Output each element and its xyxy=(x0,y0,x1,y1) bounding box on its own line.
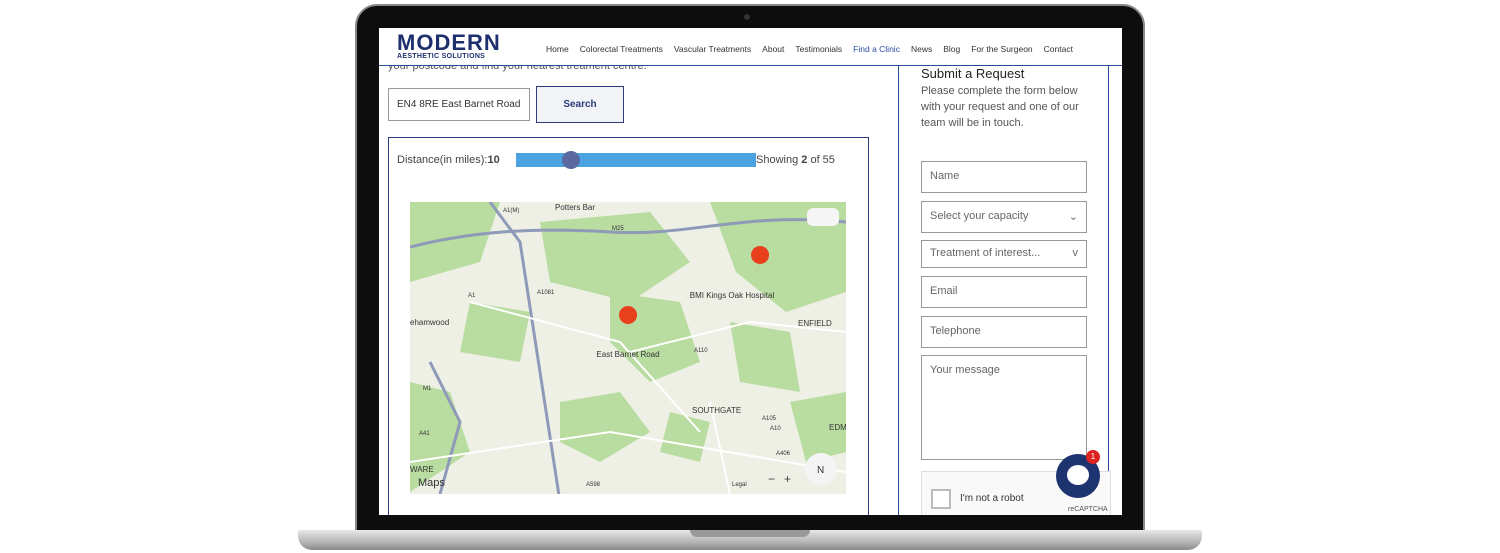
nav-colorectal[interactable]: Colorectal Treatments xyxy=(580,44,663,54)
showing-suffix: of 55 xyxy=(807,154,835,166)
chat-button[interactable]: 1 xyxy=(1056,450,1100,498)
recaptcha-checkbox[interactable] xyxy=(931,489,951,509)
road-label: A41 xyxy=(419,431,430,437)
camera xyxy=(744,14,750,20)
showing-prefix: Showing xyxy=(756,154,802,166)
nav-news[interactable]: News xyxy=(911,44,932,54)
distance-slider[interactable] xyxy=(516,151,756,169)
nav-find-clinic[interactable]: Find a Clinic xyxy=(853,44,900,54)
capacity-select[interactable]: Select your capacity ⌄ xyxy=(921,201,1087,233)
recaptcha-label: I'm not a robot xyxy=(960,493,1024,504)
zoom-out-button[interactable]: − xyxy=(768,472,775,486)
chat-badge: 1 xyxy=(1086,450,1100,464)
road-label: M1 xyxy=(423,386,432,392)
nav-blog[interactable]: Blog xyxy=(943,44,960,54)
map[interactable]: Potters Bar ehamwood ENFIELD SOUTHGATE E… xyxy=(410,202,846,494)
distance-label: Distance(in miles):10 xyxy=(397,154,500,166)
zoom-in-button[interactable]: + xyxy=(784,472,791,486)
treatment-select[interactable]: Treatment of interest... v xyxy=(921,240,1087,268)
road-label: A1081 xyxy=(537,290,555,296)
road-label: A1 xyxy=(468,293,476,299)
map-label: SOUTHGATE xyxy=(692,406,741,415)
main-nav: Home Colorectal Treatments Vascular Trea… xyxy=(546,44,1073,54)
slider-handle[interactable] xyxy=(562,151,580,169)
name-field[interactable]: Name xyxy=(921,161,1087,193)
chat-bubble-icon xyxy=(1067,465,1089,485)
form-title: Submit a Request xyxy=(921,66,1025,81)
nav-surgeon[interactable]: For the Surgeon xyxy=(971,44,1032,54)
road-label: A10 xyxy=(770,426,781,432)
map-label: ENFIELD xyxy=(798,319,832,328)
message-field[interactable]: Your message xyxy=(921,355,1087,460)
nav-contact[interactable]: Contact xyxy=(1044,44,1073,54)
nav-home[interactable]: Home xyxy=(546,44,569,54)
telephone-field[interactable]: Telephone xyxy=(921,316,1087,348)
treatment-value: Treatment of interest... xyxy=(930,247,1041,259)
road-label: A406 xyxy=(776,451,791,457)
nav-about[interactable]: About xyxy=(762,44,784,54)
logo-main: MODERN xyxy=(397,30,501,55)
distance-text: Distance(in miles): xyxy=(397,154,488,166)
chevron-down-icon: v xyxy=(1072,247,1079,259)
logo[interactable]: MODERN AESTHETIC SOLUTIONS xyxy=(397,30,501,61)
map-label: Potters Bar xyxy=(555,203,595,212)
road-label: M25 xyxy=(612,226,624,232)
pin-label: East Barnet Road xyxy=(596,350,659,359)
website-screen: MODERN AESTHETIC SOLUTIONS Home Colorecta… xyxy=(379,28,1122,515)
postcode-input[interactable]: EN4 8RE East Barnet Road xyxy=(388,88,530,121)
email-field[interactable]: Email xyxy=(921,276,1087,308)
results-count: Showing 2 of 55 xyxy=(756,154,835,166)
search-button[interactable]: Search xyxy=(536,86,624,123)
map-label: EDMO xyxy=(829,423,846,432)
request-form: Submit a Request Please complete the for… xyxy=(898,66,1111,515)
maps-attribution: Maps xyxy=(418,477,445,489)
distance-value: 10 xyxy=(487,154,500,166)
map-type-button[interactable] xyxy=(807,208,839,226)
site-header: MODERN AESTHETIC SOLUTIONS Home Colorecta… xyxy=(379,28,1122,66)
chevron-down-icon: ⌄ xyxy=(1068,211,1078,223)
map-label: ehamwood xyxy=(410,318,449,327)
nav-testimonials[interactable]: Testimonials xyxy=(795,44,842,54)
nav-vascular[interactable]: Vascular Treatments xyxy=(674,44,751,54)
road-label: A598 xyxy=(586,482,601,488)
capacity-value: Select your capacity xyxy=(930,210,1029,222)
map-label: WARE xyxy=(410,465,434,474)
road-label: A1(M) xyxy=(503,208,519,214)
form-description: Please complete the form below with your… xyxy=(921,85,1079,129)
compass-label: N xyxy=(817,465,824,476)
pin-label: BMI Kings Oak Hospital xyxy=(690,291,775,300)
laptop-notch xyxy=(690,530,810,537)
road-label: A110 xyxy=(694,348,708,354)
road-label: A105 xyxy=(762,416,777,422)
legal-link[interactable]: Legal xyxy=(732,482,747,488)
recaptcha-brand: reCAPTCHA xyxy=(1068,506,1108,513)
